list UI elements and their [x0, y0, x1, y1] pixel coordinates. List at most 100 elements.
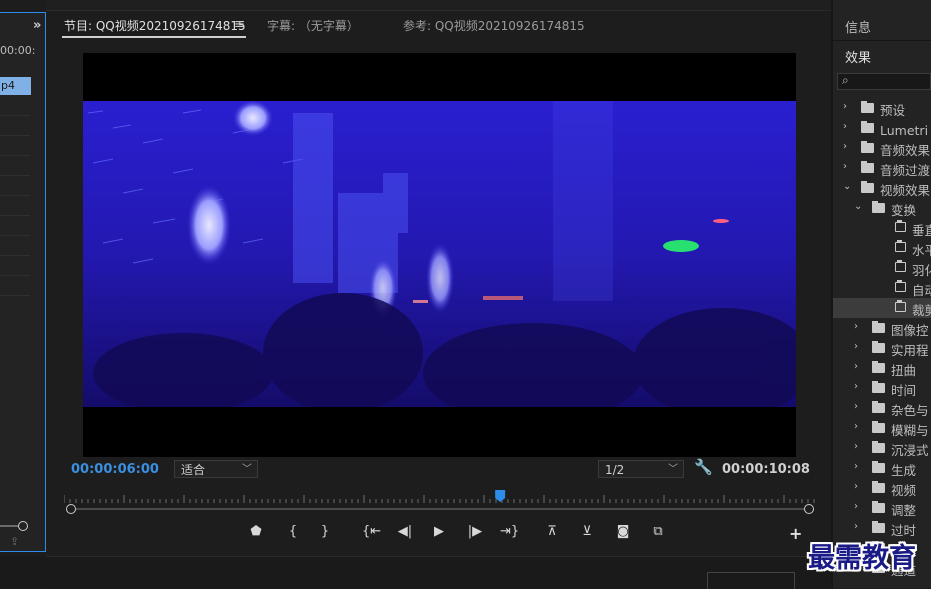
chevron-right-icon[interactable]: › — [854, 341, 858, 352]
zoom-scroll-start-handle[interactable] — [66, 504, 76, 514]
chevron-right-icon[interactable]: › — [843, 141, 847, 152]
tree-item-label: 音频过渡 — [880, 163, 931, 178]
list-divider — [0, 175, 30, 176]
tree-item-label: 沉浸式 — [891, 443, 929, 458]
add-marker-icon[interactable]: ⬟ — [247, 524, 265, 539]
effect-folder-item[interactable]: › 过时 — [833, 518, 931, 538]
chevron-right-icon[interactable]: › — [854, 461, 858, 472]
chevron-down-icon[interactable]: ⌄ — [843, 181, 851, 192]
effect-folder-item[interactable]: › 实用程 — [833, 338, 931, 358]
zoom-slider-handle[interactable] — [18, 521, 28, 531]
go-to-in-icon[interactable]: {⇤ — [362, 524, 381, 539]
camera-icon[interactable]: ◙ — [614, 524, 632, 539]
effect-folder-item[interactable]: › 沉浸式 — [833, 438, 931, 458]
plus-icon[interactable]: + — [789, 524, 802, 543]
list-divider — [0, 295, 30, 296]
lift-icon[interactable]: ⊼ — [543, 524, 561, 539]
effect-item[interactable]: 垂直翻 — [833, 218, 931, 238]
time-ruler[interactable] — [64, 490, 816, 504]
zoom-slider-track[interactable] — [0, 525, 18, 527]
chevron-down-icon[interactable]: ⌄ — [854, 201, 862, 212]
chevron-right-icon[interactable]: › — [854, 381, 858, 392]
effect-folder-item[interactable]: › 图像控 — [833, 318, 931, 338]
chevron-right-icon[interactable]: › — [843, 121, 847, 132]
extract-icon[interactable]: ⊻ — [578, 524, 596, 539]
tree-item-label: 垂直翻 — [912, 223, 931, 238]
tree-item-label: 自动重 — [912, 283, 931, 298]
chevron-right-icon[interactable]: › — [843, 101, 847, 112]
tree-item-label: 调整 — [891, 503, 917, 518]
tree-item-label: 视频 — [891, 483, 917, 498]
effect-icon — [895, 280, 906, 292]
chevron-down-icon: ﹀ — [668, 464, 678, 475]
zoom-scroll-track[interactable] — [70, 508, 810, 510]
tree-item-label: 杂色与 — [891, 403, 929, 418]
folder-icon — [872, 501, 885, 513]
effect-folder-item[interactable]: › 音频效果 — [833, 138, 931, 158]
play-icon[interactable]: ▶ — [430, 524, 448, 539]
tree-item-label: 视频效果 — [880, 183, 931, 198]
tree-item-label: 水平翻 — [912, 243, 931, 258]
effects-search-input[interactable] — [837, 73, 931, 90]
export-icon[interactable]: ⇪ — [10, 535, 24, 548]
folder-icon — [872, 381, 885, 393]
tree-item-label: 预设 — [880, 103, 906, 118]
effect-folder-item[interactable]: › 时间 — [833, 378, 931, 398]
effect-item[interactable]: 羽化边 — [833, 258, 931, 278]
effect-icon — [895, 240, 906, 252]
tree-item-label: 图像控 — [891, 323, 929, 338]
panel-overflow-chevron-icon[interactable]: » — [33, 18, 41, 33]
effect-folder-item[interactable]: › 音频过渡 — [833, 158, 931, 178]
chevron-right-icon[interactable]: › — [854, 481, 858, 492]
effect-folder-item[interactable]: ⌄ 视频效果 — [833, 178, 931, 198]
folder-icon — [872, 421, 885, 433]
chevron-right-icon[interactable]: › — [854, 441, 858, 452]
effect-folder-item[interactable]: › 调整 — [833, 498, 931, 518]
effect-folder-item[interactable]: › 视频 — [833, 478, 931, 498]
effect-item[interactable]: 自动重 — [833, 278, 931, 298]
effect-folder-item[interactable]: › 杂色与 — [833, 398, 931, 418]
tab-info[interactable]: 信息 — [845, 17, 871, 36]
playhead[interactable] — [495, 490, 506, 502]
effect-item[interactable]: 裁剪 — [833, 298, 931, 318]
effect-folder-item[interactable]: › 预设 — [833, 98, 931, 118]
chevron-right-icon[interactable]: › — [854, 321, 858, 332]
chevron-right-icon[interactable]: › — [854, 501, 858, 512]
effect-item[interactable]: 水平翻 — [833, 238, 931, 258]
zoom-level-select[interactable]: 适合 ﹀ — [174, 460, 258, 478]
program-video-frame[interactable] — [83, 53, 796, 457]
effect-folder-item[interactable]: › 模糊与 — [833, 418, 931, 438]
mark-in-icon[interactable]: { — [284, 524, 302, 539]
project-clip-item[interactable]: p4 — [0, 77, 31, 95]
effect-folder-item[interactable]: ⌄ 变换 — [833, 198, 931, 218]
hamburger-icon[interactable]: ≡ — [234, 17, 245, 32]
timeline-panel-box — [707, 572, 795, 589]
go-to-out-icon[interactable]: ⇥} — [500, 524, 519, 539]
chevron-right-icon[interactable]: › — [843, 161, 847, 172]
tab-reference[interactable]: 参考: QQ视频20210926174815 — [403, 17, 585, 34]
effect-folder-item[interactable]: › 扭曲 — [833, 358, 931, 378]
chevron-right-icon[interactable]: › — [854, 361, 858, 372]
tree-item-label: 裁剪 — [912, 303, 931, 318]
tab-effects[interactable]: 效果 — [845, 47, 871, 66]
compare-view-icon[interactable]: ⧉ — [649, 524, 667, 539]
mark-out-icon[interactable]: } — [316, 524, 334, 539]
folder-icon — [872, 201, 885, 213]
folder-icon — [861, 161, 874, 173]
tree-item-label: Lumetri 预 — [880, 123, 931, 138]
tab-captions[interactable]: 字幕: （无字幕） — [267, 17, 359, 34]
effect-folder-item[interactable]: › 生成 — [833, 458, 931, 478]
tab-program[interactable]: 节目: QQ视频20210926174815 — [64, 17, 246, 34]
wrench-icon[interactable]: 🔧 — [694, 458, 713, 476]
step-forward-icon[interactable]: |▶ — [466, 524, 484, 539]
chevron-right-icon[interactable]: › — [854, 421, 858, 432]
step-back-icon[interactable]: ◀| — [396, 524, 414, 539]
panel-divider — [833, 40, 931, 41]
folder-icon — [872, 461, 885, 473]
playback-resolution-select[interactable]: 1/2 ﹀ — [598, 460, 684, 478]
chevron-right-icon[interactable]: › — [854, 401, 858, 412]
chevron-right-icon[interactable]: › — [854, 521, 858, 532]
zoom-scroll-end-handle[interactable] — [804, 504, 814, 514]
current-timecode[interactable]: 00:00:06:00 — [71, 462, 159, 477]
effect-folder-item[interactable]: › Lumetri 预 — [833, 118, 931, 138]
